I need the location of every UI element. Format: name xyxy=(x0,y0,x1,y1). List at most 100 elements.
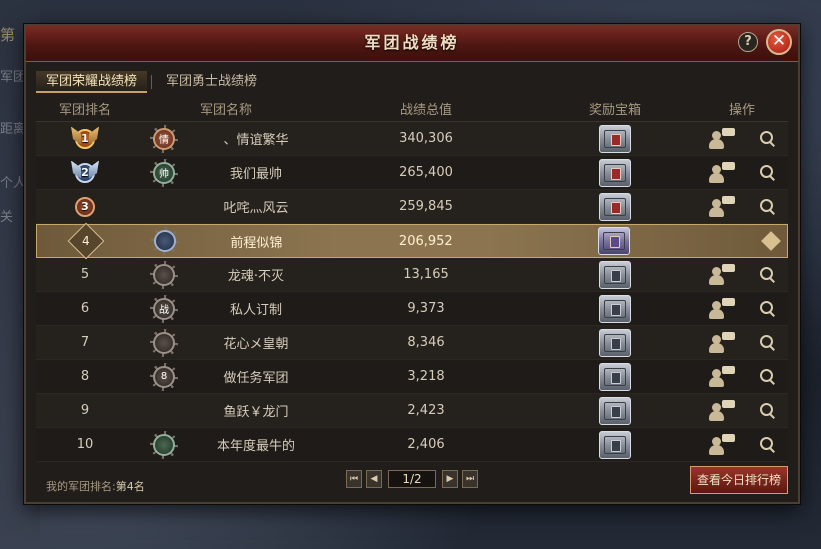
table-row[interactable]: 8 8 做任务军团 3,218 xyxy=(36,360,788,394)
legion-emblem-icon xyxy=(150,227,179,255)
table-row[interactable]: 9 鱼跃￥龙门 2,423 xyxy=(36,394,788,428)
view-today-ranking-button[interactable]: 查看今日排行榜 xyxy=(690,466,788,494)
reward-chest-icon[interactable] xyxy=(599,328,631,357)
view-legion-search-icon[interactable] xyxy=(759,436,776,453)
view-legion-search-icon[interactable] xyxy=(759,368,776,385)
rank-number: 10 xyxy=(76,437,94,452)
reward-chest-icon[interactable] xyxy=(599,124,631,153)
score-value: 2,406 xyxy=(407,437,445,452)
contact-leader-icon[interactable] xyxy=(708,161,735,184)
action-cell xyxy=(696,190,788,224)
action-group xyxy=(696,263,788,286)
first-page-button[interactable]: ⏮ xyxy=(346,470,362,488)
header-name: 军团名称 xyxy=(199,103,252,118)
contact-icon-body xyxy=(708,376,724,387)
view-legion-search-icon[interactable] xyxy=(759,266,776,283)
legion-emblem-icon xyxy=(150,260,178,289)
action-cell xyxy=(696,326,788,360)
bg-text: 关 xyxy=(0,210,14,225)
view-legion-search-icon[interactable] xyxy=(759,402,776,419)
rank-number: 9 xyxy=(80,403,90,418)
table-row[interactable]: 5 龙魂·不灭 13,165 xyxy=(36,258,788,292)
emblem-letter: 8 xyxy=(153,365,175,388)
rank-number: 4 xyxy=(82,233,90,248)
emblem-letter xyxy=(153,331,175,354)
rank-number: 8 xyxy=(80,369,90,384)
table-row[interactable]: 6 战 私人订制 9,373 xyxy=(36,292,788,326)
prev-page-button[interactable]: ◀ xyxy=(366,470,382,488)
reward-chest-icon[interactable] xyxy=(599,192,631,221)
action-cell xyxy=(696,292,788,326)
view-legion-search-icon[interactable] xyxy=(759,300,776,317)
rank-medal-icon: 3 xyxy=(71,193,99,221)
reward-chest-icon[interactable] xyxy=(599,362,631,391)
bg-text: 个人 xyxy=(0,176,27,191)
page-indicator: 1/2 xyxy=(388,470,436,488)
rank-cell: 7 xyxy=(36,326,134,360)
rank-number: 6 xyxy=(80,301,90,316)
chest-cell xyxy=(534,394,696,428)
view-legion-search-icon[interactable] xyxy=(759,334,776,351)
tab-divider xyxy=(151,75,153,89)
table-row[interactable]: 1 情 、情谊繁华 340,306 xyxy=(36,122,788,156)
rank-medal-icon: 1 xyxy=(71,125,99,153)
reward-chest-icon[interactable] xyxy=(599,294,631,323)
contact-leader-icon[interactable] xyxy=(708,297,735,320)
table-row[interactable]: 10 本年度最牛的 2,406 xyxy=(36,428,788,462)
score-value: 206,952 xyxy=(398,233,453,249)
rank-cell: 1 xyxy=(36,122,134,156)
rank-number: 3 xyxy=(75,196,95,217)
contact-leader-icon[interactable] xyxy=(708,263,735,286)
view-legion-search-icon[interactable] xyxy=(759,198,776,215)
emblem-letter: 战 xyxy=(153,297,175,320)
tab-legion-warrior[interactable]: 军团勇士战绩榜 xyxy=(156,71,267,93)
score-value: 3,218 xyxy=(407,369,445,384)
contact-icon-body xyxy=(708,172,724,183)
table-row[interactable]: 3 叱咤灬风云 259,845 xyxy=(36,190,788,224)
view-legion-search-icon[interactable] xyxy=(759,130,776,147)
contact-icon-body xyxy=(708,410,724,421)
action-cell xyxy=(696,258,788,292)
emblem-cell: 8 xyxy=(134,360,194,394)
contact-icon-bubble xyxy=(721,263,735,272)
table-row[interactable]: 2 帅 我们最帅 265,400 xyxy=(36,156,788,190)
table-row[interactable]: 7 花心メ皇朝 8,346 xyxy=(36,326,788,360)
reward-chest-icon[interactable] xyxy=(599,430,631,459)
chest-cell xyxy=(534,360,696,394)
contact-leader-icon[interactable] xyxy=(708,399,735,422)
contact-icon-bubble xyxy=(721,161,735,170)
rank-cell: 3 xyxy=(36,190,134,224)
table-row[interactable]: 4 前程似锦 206,952 xyxy=(36,222,788,260)
my-rank-text: 我的军团排名:第4名 xyxy=(46,478,145,494)
chest-cell xyxy=(534,326,696,360)
contact-leader-icon[interactable] xyxy=(708,127,735,150)
help-button[interactable]: ? xyxy=(738,32,758,52)
chest-cell xyxy=(534,190,696,224)
contact-icon-bubble xyxy=(721,433,735,442)
table-header: 军团排名 军团名称 战绩总值 奖励宝箱 操作 xyxy=(36,96,788,122)
ranking-table: 军团排名 军团名称 战绩总值 奖励宝箱 操作 1 情 、情谊繁华 340,306 2 帅 我… xyxy=(36,96,788,462)
emblem-cell xyxy=(135,224,195,258)
action-cell xyxy=(695,224,787,258)
tab-legion-glory[interactable]: 军团荣耀战绩榜 xyxy=(36,71,148,93)
reward-chest-icon[interactable] xyxy=(599,158,631,187)
contact-leader-icon[interactable] xyxy=(708,433,735,456)
contact-leader-icon[interactable] xyxy=(708,331,735,354)
close-button[interactable]: ✕ xyxy=(766,29,792,55)
rank-number: 5 xyxy=(80,267,90,282)
contact-leader-icon[interactable] xyxy=(708,195,735,218)
legion-emblem-icon xyxy=(150,430,178,459)
emblem-cell: 帅 xyxy=(134,156,194,190)
action-group xyxy=(696,161,788,184)
next-page-button[interactable]: ▶ xyxy=(442,470,458,488)
chest-cell xyxy=(534,122,696,156)
last-page-button[interactable]: ⏭ xyxy=(462,470,478,488)
reward-chest-icon[interactable] xyxy=(599,396,631,425)
reward-chest-icon[interactable] xyxy=(598,227,631,255)
contact-icon-body xyxy=(708,206,724,217)
contact-icon-body xyxy=(708,274,724,285)
reward-chest-icon[interactable] xyxy=(599,260,631,289)
contact-leader-icon[interactable] xyxy=(708,365,735,388)
legion-emblem-icon: 情 xyxy=(150,124,178,153)
view-legion-search-icon[interactable] xyxy=(759,164,776,181)
